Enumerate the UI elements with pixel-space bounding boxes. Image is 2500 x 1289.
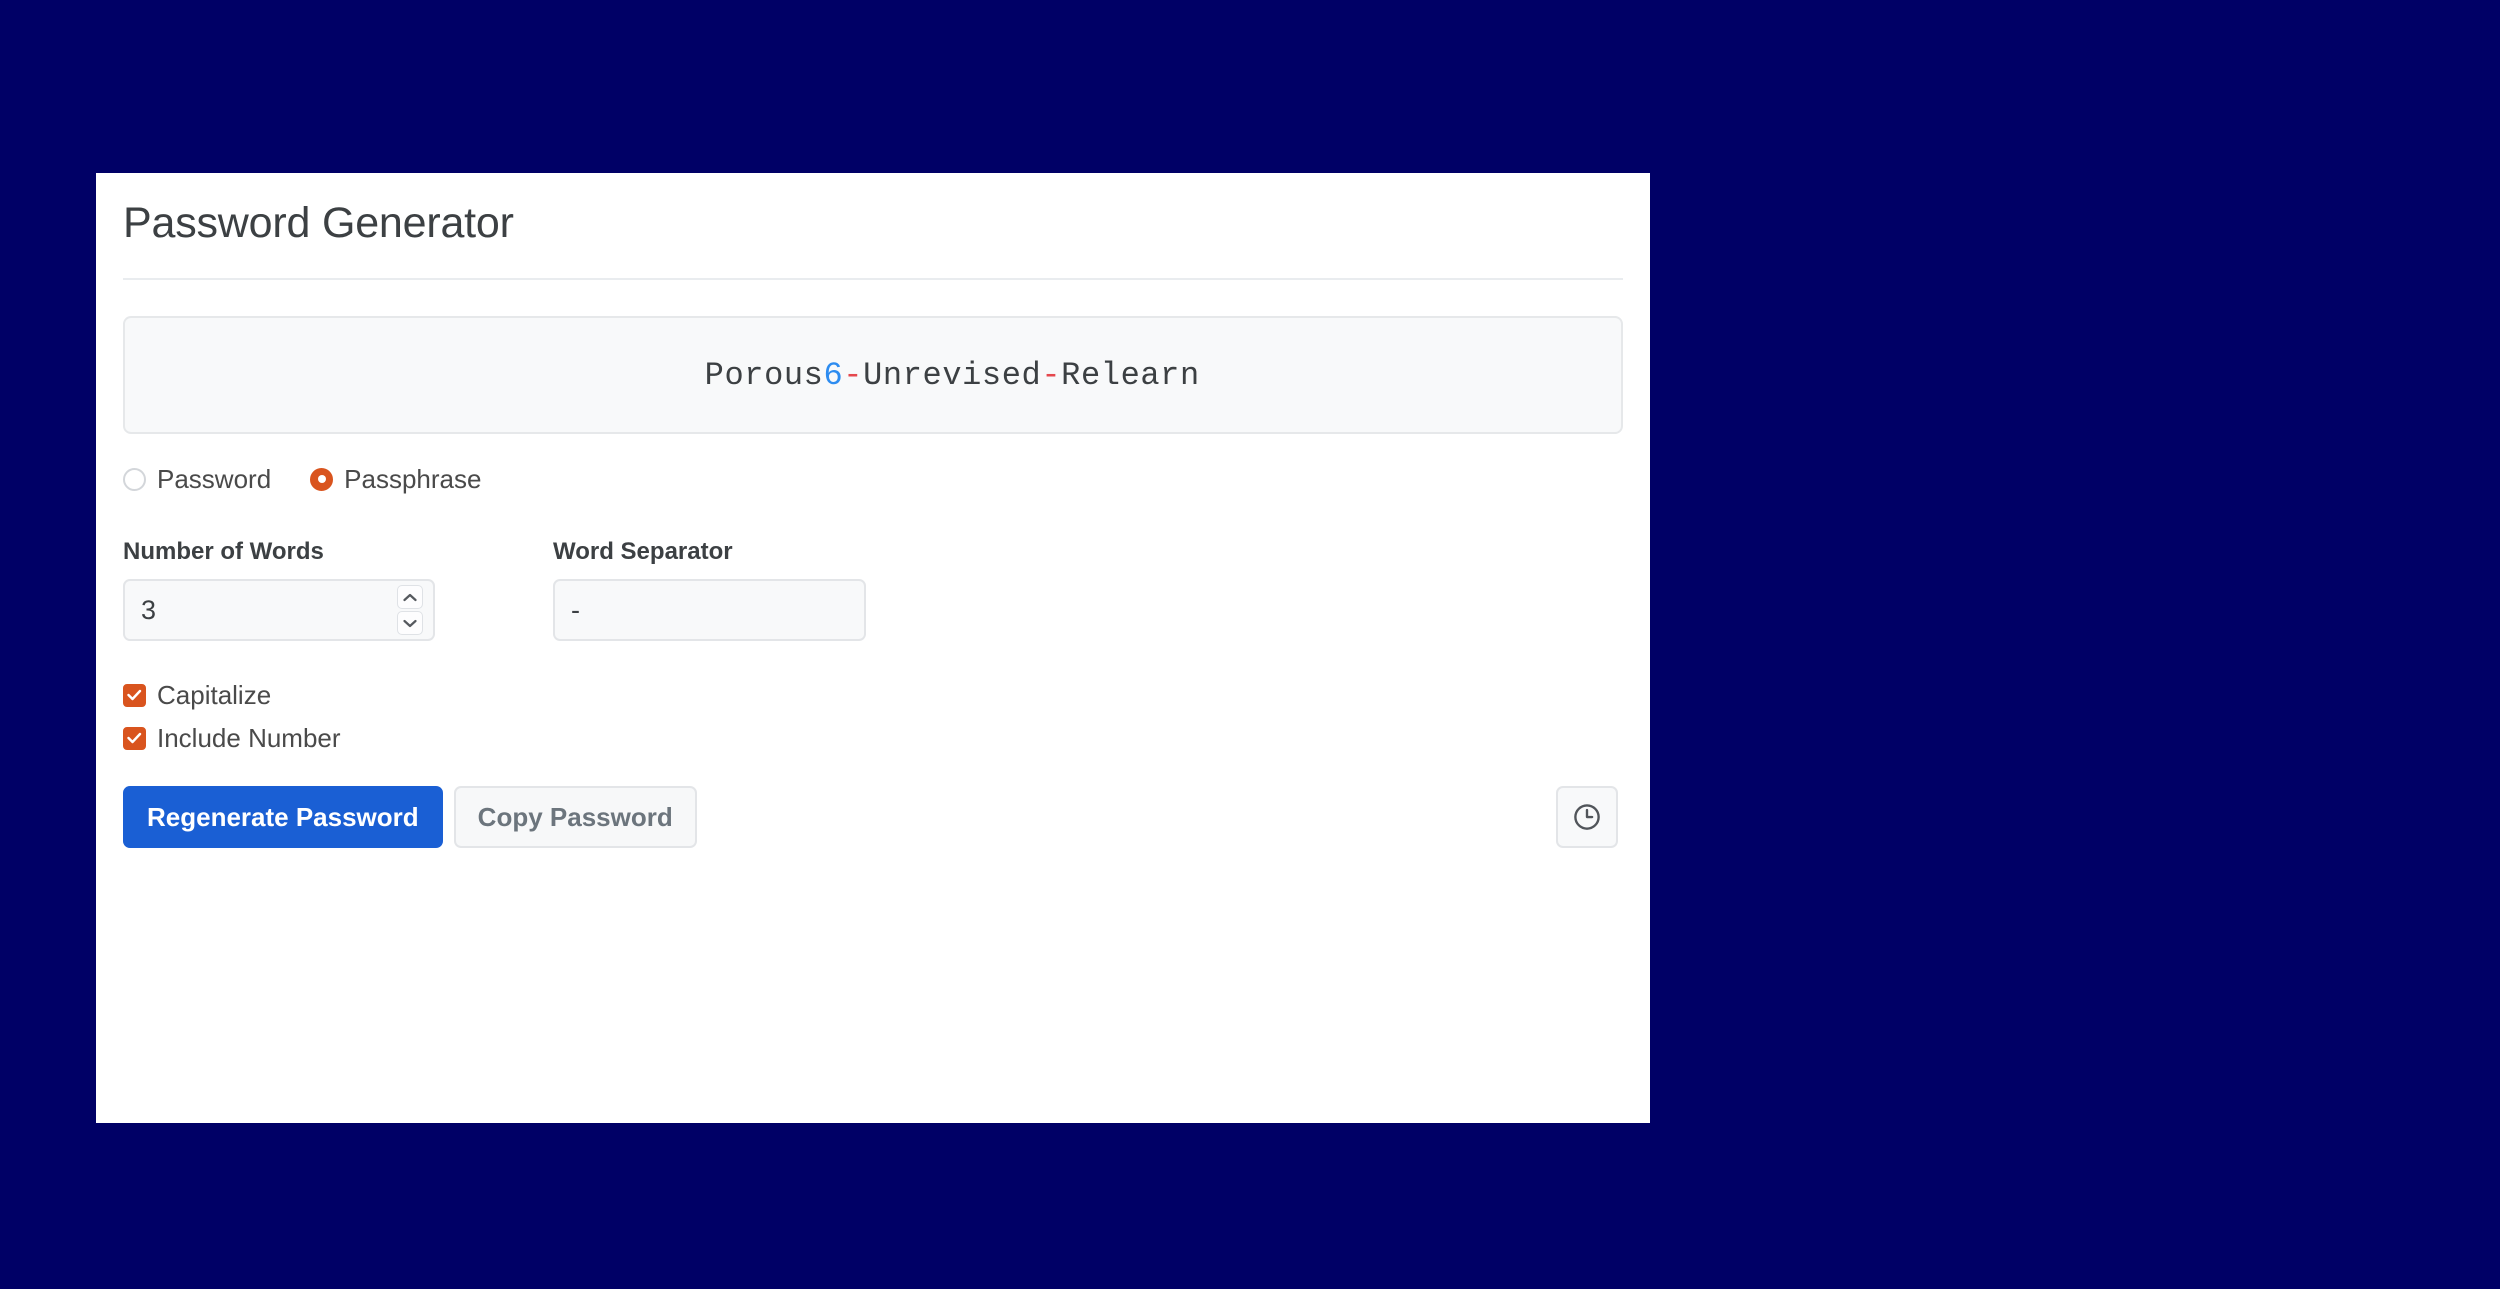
number-of-words-input[interactable]: 3 [123,579,435,641]
password-segment-separator-2: - [1041,356,1062,394]
radio-option-passphrase[interactable]: Passphrase [310,464,481,495]
word-separator-field: Word Separator - [553,538,866,641]
radio-option-password[interactable]: Password [123,464,271,495]
regenerate-password-button[interactable]: Regenerate Password [123,786,443,848]
radio-label-password: Password [157,463,272,494]
action-button-row: Regenerate Password Copy Password [123,786,697,848]
password-history-button[interactable] [1556,786,1618,848]
generated-password-display[interactable]: Porous6-Unrevised-Relearn [123,316,1623,434]
word-separator-value: - [571,594,580,625]
password-generator-card: Password Generator Porous6-Unrevised-Rel… [96,173,1650,1123]
page-title: Password Generator [123,199,514,247]
radio-icon-password[interactable] [123,467,146,491]
checkbox-icon-capitalize[interactable] [123,683,146,707]
radio-label-passphrase: Passphrase [344,463,482,494]
number-of-words-value: 3 [141,594,157,625]
password-segment-digit: 6 [823,356,844,394]
checkbox-icon-include-number[interactable] [123,726,146,750]
word-separator-input[interactable]: - [553,579,866,641]
capitalize-checkbox-row[interactable]: Capitalize [123,679,271,711]
radio-icon-passphrase[interactable] [310,467,334,491]
number-of-words-field: Number of Words 3 [123,538,435,641]
number-of-words-stepper[interactable] [397,584,423,636]
page-background: Password Generator Porous6-Unrevised-Rel… [0,0,2500,1289]
clock-icon [1574,804,1600,830]
word-separator-label: Word Separator [553,538,733,565]
capitalize-label: Capitalize [157,679,272,710]
generator-type-radio-group: Password Passphrase [123,462,481,496]
password-segment-word-1: Porous [704,356,824,394]
include-number-label: Include Number [157,722,341,753]
chevron-down-icon[interactable] [397,611,423,635]
password-segment-word-2: Unrevised [863,356,1042,394]
password-segment-separator-1: - [843,356,864,394]
copy-password-button[interactable]: Copy Password [453,786,697,848]
number-of-words-label: Number of Words [123,538,324,565]
include-number-checkbox-row[interactable]: Include Number [123,722,341,754]
chevron-up-icon[interactable] [397,585,423,609]
generated-password-text: Porous6-Unrevised-Relearn [546,320,1200,431]
password-segment-word-3: Relearn [1061,356,1200,394]
title-divider [123,278,1623,280]
